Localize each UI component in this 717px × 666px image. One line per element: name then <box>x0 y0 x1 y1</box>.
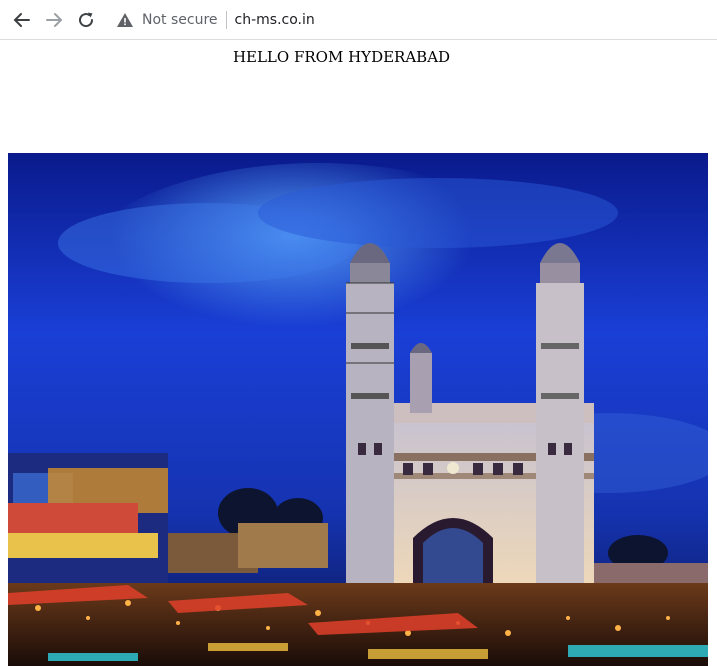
charminar-illustration <box>8 153 708 666</box>
warning-triangle-icon[interactable] <box>116 11 134 29</box>
security-status-label[interactable]: Not secure <box>142 12 218 28</box>
url-text[interactable]: ch-ms.co.in <box>235 12 315 28</box>
forward-button[interactable] <box>42 8 66 32</box>
arrow-left-icon <box>13 13 30 27</box>
charminar-photo <box>8 153 708 666</box>
address-divider <box>225 11 227 29</box>
back-button[interactable] <box>10 8 34 32</box>
address-bar[interactable]: Not secure ch-ms.co.in <box>110 5 710 35</box>
browser-toolbar: Not secure ch-ms.co.in <box>0 0 717 40</box>
page-heading: HELLO FROM HYDERABAD <box>232 48 451 66</box>
reload-button[interactable] <box>74 8 98 32</box>
reload-icon <box>79 12 94 28</box>
arrow-right-icon <box>46 13 63 27</box>
